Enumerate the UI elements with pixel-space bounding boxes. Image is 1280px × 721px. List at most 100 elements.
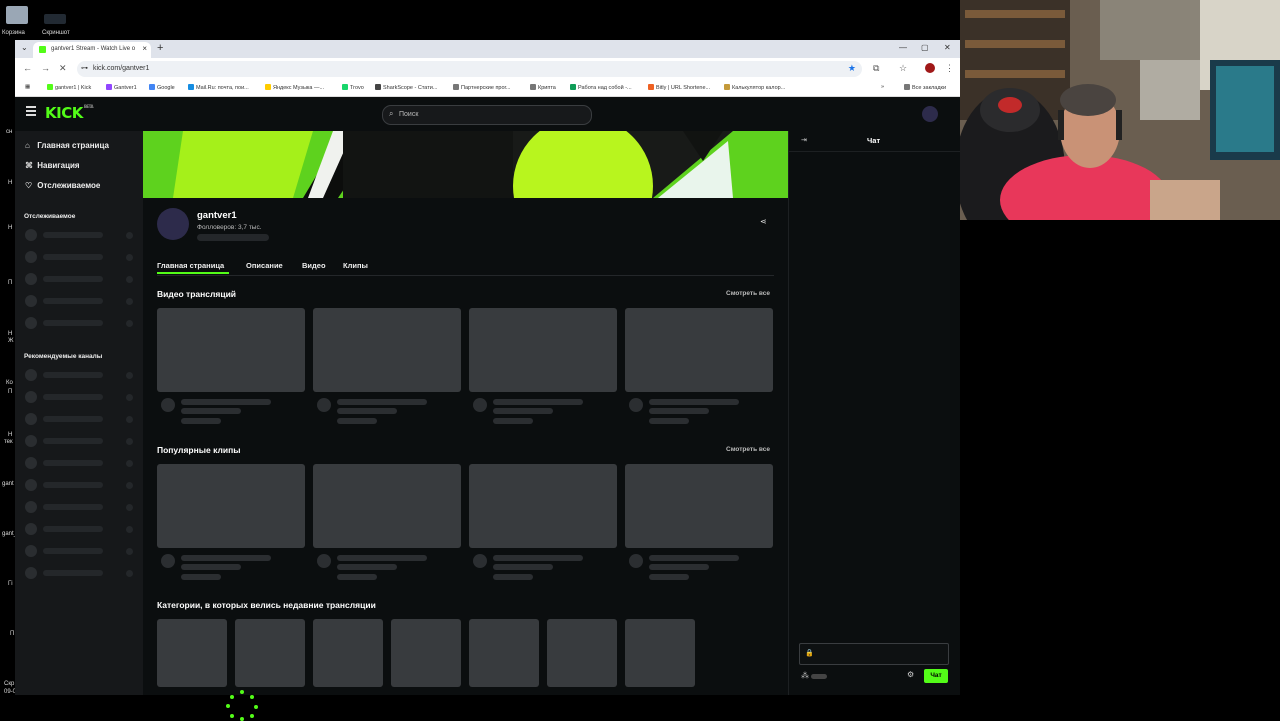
chat-settings-icon[interactable]: ⚙: [907, 670, 914, 679]
sidebar-item-home[interactable]: ⌂ Главная страница: [25, 141, 109, 150]
reload-icon[interactable]: ✕: [59, 63, 67, 74]
thumbnail-placeholder[interactable]: [469, 308, 617, 392]
bookmark-icon: [47, 84, 53, 90]
bookmark-item[interactable]: Партнерские прог...: [453, 84, 510, 91]
lock-icon: 🔒: [805, 650, 814, 657]
bookmark-item[interactable]: Google: [149, 84, 175, 91]
folder-icon: [904, 84, 910, 90]
category-placeholder[interactable]: [313, 619, 383, 687]
search-input[interactable]: ⌕ Поиск: [382, 105, 592, 125]
forward-icon[interactable]: →: [41, 63, 50, 73]
sidebar-item-browse[interactable]: ⌘ Навигация: [25, 161, 80, 170]
address-bar[interactable]: ⊶ kick.com/gantver1 ★: [77, 61, 862, 77]
channel-meta-skeleton: [197, 234, 269, 241]
category-placeholder[interactable]: [391, 619, 461, 687]
collapse-chat-icon[interactable]: ⇥: [801, 136, 807, 144]
categories-section-title: Категории, в которых велись недавние тра…: [157, 600, 376, 610]
sidebar-skeleton-row: [25, 435, 137, 447]
channel-banner: [143, 131, 788, 198]
category-placeholder[interactable]: [235, 619, 305, 687]
tab-clips[interactable]: Клипы: [343, 261, 368, 270]
compass-icon: ⌘: [25, 161, 33, 170]
thumbnail-placeholder[interactable]: [157, 464, 305, 548]
folder-icon: [530, 84, 536, 90]
videos-see-all-link[interactable]: Смотреть все: [726, 290, 770, 297]
desktop-side-letter: Н: [8, 331, 13, 337]
category-placeholder[interactable]: [547, 619, 617, 687]
tab-about[interactable]: Описание: [246, 261, 283, 270]
bookmark-label: Bitly | URL Shortene...: [656, 85, 711, 91]
user-avatar[interactable]: [922, 106, 938, 122]
bookmark-item[interactable]: Gantver1: [106, 84, 137, 91]
recycle-bin-icon[interactable]: [6, 6, 28, 24]
bookmark-icon: [342, 84, 348, 90]
loading-spinner-icon: [226, 690, 260, 721]
menu-toggle-icon[interactable]: [26, 106, 36, 118]
category-placeholder[interactable]: [157, 619, 227, 687]
profile-avatar-icon[interactable]: [925, 63, 935, 73]
desktop-side-letter: Ж: [8, 338, 14, 344]
chat-message-input[interactable]: 🔒: [799, 643, 949, 665]
menu-icon[interactable]: ⋮: [945, 63, 954, 74]
category-placeholder[interactable]: [625, 619, 695, 687]
home-icon: ⌂: [25, 141, 30, 150]
minimize-icon[interactable]: —: [899, 43, 907, 52]
thumbnail-placeholder[interactable]: [157, 308, 305, 392]
more-bookmarks-icon[interactable]: »: [881, 84, 884, 90]
card-meta-skeleton: [313, 396, 461, 426]
clips-see-all-link[interactable]: Смотреть все: [726, 446, 770, 453]
bookmark-item[interactable]: Калькулятор калор...: [724, 84, 785, 91]
bookmark-item[interactable]: gantver1 | Kick: [47, 84, 91, 91]
sidebar-skeleton-row: [25, 523, 137, 535]
channel-name[interactable]: gantver1: [197, 210, 237, 221]
sidebar-skeleton-row: [25, 251, 137, 263]
sidebar-item-label: Главная страница: [37, 141, 109, 150]
screenshot-file-icon[interactable]: [44, 14, 66, 24]
banner-graphic: [143, 131, 788, 198]
bookmark-item[interactable]: SharkScope - Стати...: [375, 84, 437, 91]
thumbnail-placeholder[interactable]: [469, 464, 617, 548]
close-tab-icon[interactable]: ×: [142, 44, 147, 53]
sidebar-item-following[interactable]: ♡ Отслеживаемое: [25, 181, 100, 190]
all-bookmarks[interactable]: Все закладки: [904, 84, 946, 91]
bookmark-label: SharkScope - Стати...: [383, 85, 438, 91]
tab-videos[interactable]: Видео: [302, 261, 326, 270]
extensions-icon[interactable]: ⧉: [873, 63, 879, 74]
tab-home[interactable]: Главная страница: [157, 261, 224, 270]
category-placeholder[interactable]: [469, 619, 539, 687]
bookmark-item[interactable]: Яндекс Музыка —...: [265, 84, 324, 91]
favorites-icon[interactable]: ☆: [899, 63, 907, 74]
bookmark-item[interactable]: Работа над собой -...: [570, 84, 632, 91]
channel-avatar[interactable]: [157, 208, 189, 240]
apps-icon[interactable]: ▦: [25, 84, 30, 90]
back-icon[interactable]: ←: [23, 63, 32, 73]
site-info-icon[interactable]: ⊶: [81, 64, 88, 72]
bookmark-item[interactable]: Mail.Ru: почта, пои...: [188, 84, 249, 91]
bookmark-item[interactable]: Крипта: [530, 84, 556, 91]
points-icon[interactable]: ⁂: [801, 671, 809, 680]
thumbnail-placeholder[interactable]: [625, 464, 773, 548]
url-text: kick.com/gantver1: [93, 65, 150, 72]
bookmark-label: Mail.Ru: почта, пои...: [196, 85, 249, 91]
thumbnail-placeholder[interactable]: [313, 308, 461, 392]
share-icon[interactable]: ⋖: [760, 217, 767, 226]
webcam-video-frame: [960, 0, 1280, 220]
close-window-icon[interactable]: ✕: [944, 43, 951, 52]
bookmark-icon: [570, 84, 576, 90]
bookmark-item[interactable]: Trovo: [342, 84, 364, 91]
card-meta-skeleton: [625, 552, 773, 582]
browser-tab[interactable]: gantver1 Stream - Watch Live o ×: [33, 42, 151, 58]
folder-icon: [453, 84, 459, 90]
bookmark-star-icon[interactable]: ★: [848, 63, 856, 74]
tab-search-icon[interactable]: ⌄: [21, 43, 28, 52]
bookmark-label: Работа над собой -...: [578, 85, 632, 91]
thumbnail-placeholder[interactable]: [625, 308, 773, 392]
maximize-icon[interactable]: ▢: [921, 43, 929, 52]
kick-logo[interactable]: KICKBETA: [45, 104, 94, 122]
sidebar-skeleton-row: [25, 229, 137, 241]
bookmark-item[interactable]: Bitly | URL Shortene...: [648, 84, 710, 91]
chat-send-button[interactable]: Чат: [924, 669, 948, 683]
search-placeholder: Поиск: [399, 110, 419, 118]
new-tab-button[interactable]: +: [157, 42, 163, 54]
thumbnail-placeholder[interactable]: [313, 464, 461, 548]
